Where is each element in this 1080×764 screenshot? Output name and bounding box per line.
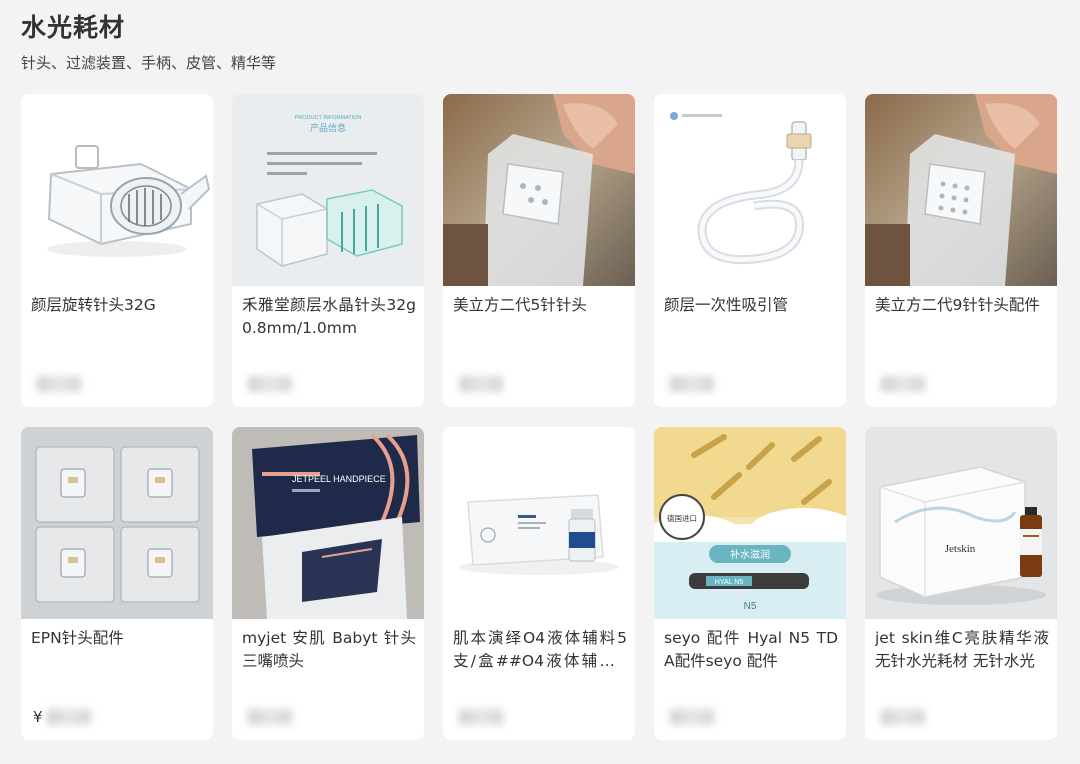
image-brand-text: JETPEEL HANDPIECE	[292, 474, 386, 484]
product-price	[877, 374, 925, 394]
section-subtitle: 针头、过滤装置、手柄、皮管、精华等	[21, 54, 277, 72]
product-card[interactable]: 颜层一次性吸引管	[654, 94, 846, 407]
price-symbol: ¥	[33, 708, 43, 726]
product-price	[455, 707, 503, 727]
product-card[interactable]: JETPEEL HANDPIECE myjet 安肌 Babyt 针头三嘴喷头	[232, 427, 424, 740]
product-price	[666, 374, 714, 394]
price-value	[459, 709, 503, 725]
price-value	[46, 709, 91, 725]
product-name: 禾雅堂颜层水晶针头32g 0.8mm/1.0mm	[242, 296, 416, 337]
image-banner-text: 补水滋润	[730, 548, 770, 561]
product-info-sheet-icon: PRODUCT INFORMATION 产品信息	[232, 94, 424, 286]
product-name: EPN针头配件	[31, 629, 124, 647]
product-card[interactable]: 美立方二代9针针头配件	[865, 94, 1057, 407]
product-price	[244, 374, 292, 394]
image-badge-text: 德国进口	[667, 513, 697, 523]
product-card[interactable]: PRODUCT INFORMATION 产品信息 禾雅堂颜层水晶针头32g 0.…	[232, 94, 424, 407]
product-card[interactable]: 德国进口 补水滋润 HYAL N5 N5 seyo 配件 Hyal N5 TDA…	[654, 427, 846, 740]
price-value	[459, 376, 503, 392]
price-value	[248, 376, 292, 392]
section-title: 水光耗材	[21, 13, 126, 42]
needle-cartridge-icon	[21, 94, 213, 286]
image-brand-text: Jetskin	[945, 543, 976, 555]
product-name: seyo 配件 Hyal N5 TDA配件seyo 配件	[664, 629, 838, 670]
product-name: 美立方二代5针针头	[453, 296, 587, 314]
product-card[interactable]: 美立方二代5针针头	[443, 94, 635, 407]
vial-box-icon	[443, 427, 635, 619]
product-price	[455, 374, 503, 394]
hand-holding-needle-icon	[865, 94, 1057, 286]
product-name: myjet 安肌 Babyt 针头三嘴喷头	[242, 629, 416, 670]
product-card[interactable]: 肌本演绎O4液体辅料5支/盒##O4液体辅料5支/盒	[443, 427, 635, 740]
product-price	[877, 707, 925, 727]
image-label-text: HYAL N5	[715, 579, 744, 586]
product-price	[244, 707, 292, 727]
ampoule-poster-icon: 德国进口 补水滋润 HYAL N5 N5	[654, 427, 846, 619]
hand-holding-needle-icon	[443, 94, 635, 286]
price-value	[881, 376, 925, 392]
blister-pack-icon	[21, 427, 213, 619]
jetpeel-box-icon: JETPEEL HANDPIECE	[232, 427, 424, 619]
price-value	[248, 709, 292, 725]
product-card[interactable]: Jetskin jet skin维C亮肤精华液 无针水光耗材 无针水光	[865, 427, 1057, 740]
serum-box-icon: Jetskin	[865, 427, 1057, 619]
product-price: ¥	[33, 707, 91, 727]
product-price	[666, 707, 714, 727]
price-value	[881, 709, 925, 725]
product-card[interactable]: EPN针头配件 ¥	[21, 427, 213, 740]
price-value	[670, 376, 714, 392]
product-name: 颜层旋转针头32G	[31, 296, 156, 314]
product-name: 颜层一次性吸引管	[664, 296, 789, 314]
price-value	[670, 709, 714, 725]
image-caption-en: PRODUCT INFORMATION	[295, 115, 362, 121]
product-grid: 颜层旋转针头32G PRODUCT INFORMATION 产品信息 禾雅堂颜层…	[21, 94, 1057, 740]
product-name: 肌本演绎O4液体辅料5支/盒##O4液体辅料5支/盒	[453, 629, 627, 670]
suction-tube-icon	[654, 94, 846, 286]
price-value	[37, 376, 81, 392]
product-name: jet skin维C亮肤精华液 无针水光耗材 无针水光	[875, 629, 1049, 670]
image-sub-text: N5	[744, 601, 757, 612]
product-price	[33, 374, 81, 394]
product-name: 美立方二代9针针头配件	[875, 296, 1040, 314]
image-caption-cn: 产品信息	[310, 122, 346, 134]
product-card[interactable]: 颜层旋转针头32G	[21, 94, 213, 407]
